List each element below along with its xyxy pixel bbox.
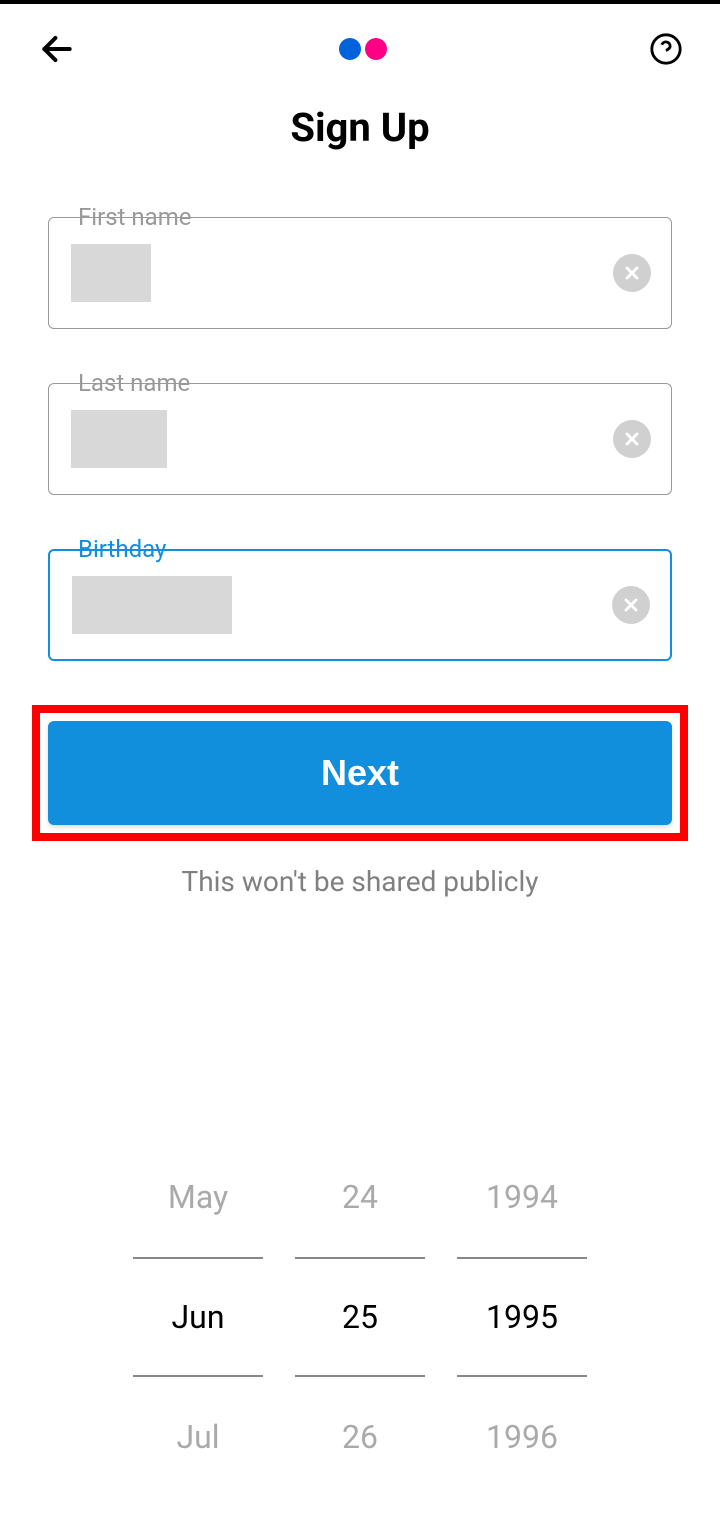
page-title: Sign Up [0, 104, 720, 151]
close-icon [622, 429, 642, 449]
year-prev[interactable]: 1994 [457, 1137, 587, 1257]
birthday-redacted-value [72, 576, 232, 634]
help-button[interactable] [648, 31, 684, 67]
clear-first-name-button[interactable] [613, 254, 651, 292]
privacy-notice: This won't be shared publicly [48, 865, 672, 898]
year-current[interactable]: 1995 [457, 1257, 587, 1377]
date-picker[interactable]: May Jun Jul 24 25 26 1994 1995 1996 [0, 1137, 720, 1537]
last-name-field-wrapper: Last name [48, 383, 672, 495]
day-picker-column[interactable]: 24 25 26 [295, 1137, 425, 1497]
birthday-field-wrapper: Birthday [48, 549, 672, 661]
close-icon [621, 595, 641, 615]
last-name-redacted-value [71, 410, 167, 468]
next-button-highlight-frame: Next [32, 705, 688, 841]
first-name-field-wrapper: First name [48, 217, 672, 329]
first-name-input[interactable] [48, 217, 672, 329]
question-circle-icon [649, 32, 683, 66]
month-current[interactable]: Jun [133, 1257, 263, 1377]
month-prev[interactable]: May [133, 1137, 263, 1257]
year-next[interactable]: 1996 [457, 1377, 587, 1497]
logo-dot-blue [339, 38, 361, 60]
header-bar [0, 4, 720, 82]
month-next[interactable]: Jul [133, 1377, 263, 1497]
year-picker-column[interactable]: 1994 1995 1996 [457, 1137, 587, 1497]
close-icon [622, 263, 642, 283]
logo-dot-pink [365, 38, 387, 60]
first-name-redacted-value [71, 244, 151, 302]
next-button[interactable]: Next [48, 721, 672, 825]
month-picker-column[interactable]: May Jun Jul [133, 1137, 263, 1497]
day-prev[interactable]: 24 [295, 1137, 425, 1257]
birthday-input[interactable] [48, 549, 672, 661]
flickr-logo [339, 38, 387, 60]
last-name-input[interactable] [48, 383, 672, 495]
day-next[interactable]: 26 [295, 1377, 425, 1497]
clear-birthday-button[interactable] [612, 586, 650, 624]
back-button[interactable] [36, 28, 78, 70]
clear-last-name-button[interactable] [613, 420, 651, 458]
arrow-left-icon [38, 30, 76, 68]
signup-form: First name Last name Birthday [0, 217, 720, 898]
day-current[interactable]: 25 [295, 1257, 425, 1377]
